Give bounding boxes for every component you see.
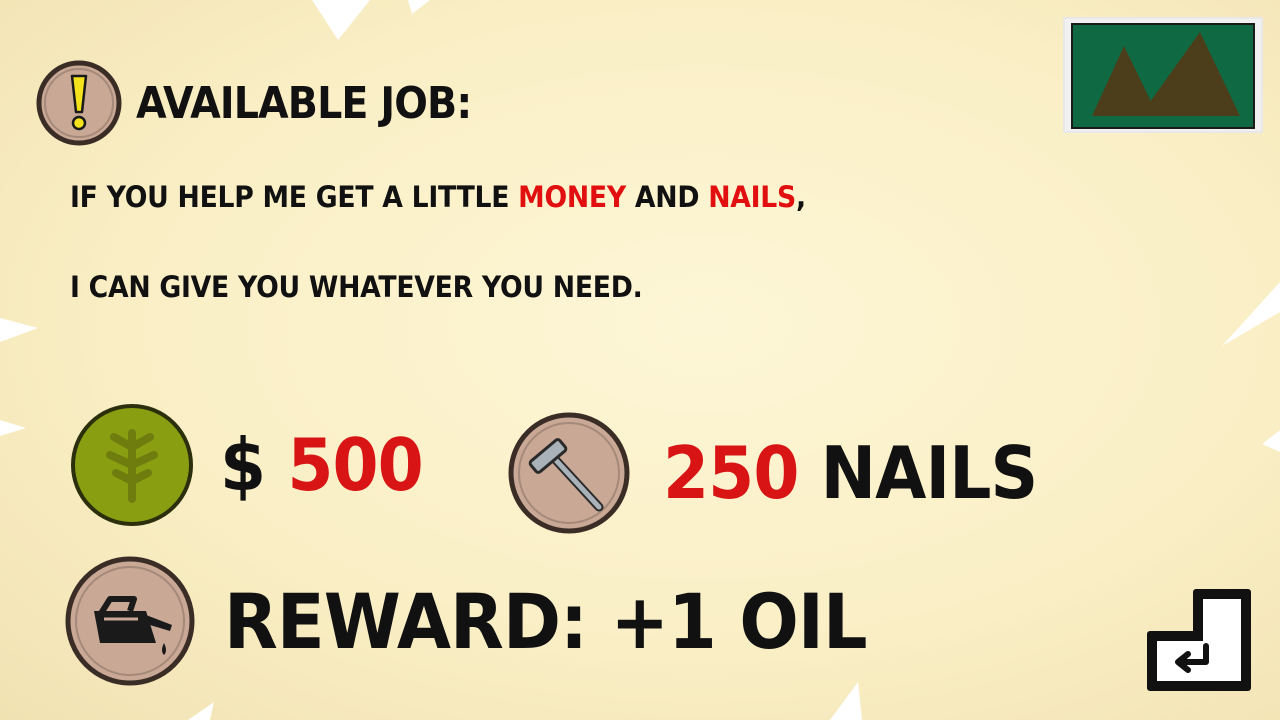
highlight-nails: NAILS — [708, 180, 796, 214]
reward-text: REWARD: +1 OIL — [224, 576, 868, 666]
nails-amount: 250 NAILS — [663, 431, 1038, 515]
mountain-stamp-icon — [1063, 17, 1263, 133]
enter-key-button[interactable] — [1146, 588, 1254, 694]
job-description-line-2: I CAN GIVE YOU WHATEVER YOU NEED. — [70, 270, 643, 304]
exclamation-icon — [36, 60, 122, 146]
money-requirement: $ 500 — [70, 403, 440, 527]
money-amount: $ 500 — [220, 423, 424, 507]
nails-requirement: 250 NAILS — [507, 411, 1070, 535]
highlight-money: MONEY — [518, 180, 626, 214]
job-header: AVAILABLE JOB: — [36, 60, 509, 146]
oil-can-icon — [65, 556, 195, 686]
job-description-line-1: IF YOU HELP ME GET A LITTLE MONEY AND NA… — [70, 180, 806, 214]
money-tree-icon — [71, 404, 193, 526]
message-text: AND — [625, 180, 709, 214]
message-text: , — [795, 180, 806, 214]
message-text: IF YOU HELP ME GET A LITTLE — [70, 180, 519, 214]
page-title: AVAILABLE JOB: — [136, 77, 472, 129]
nail-icon — [508, 412, 630, 534]
job-reward: REWARD: +1 OIL — [64, 555, 922, 687]
